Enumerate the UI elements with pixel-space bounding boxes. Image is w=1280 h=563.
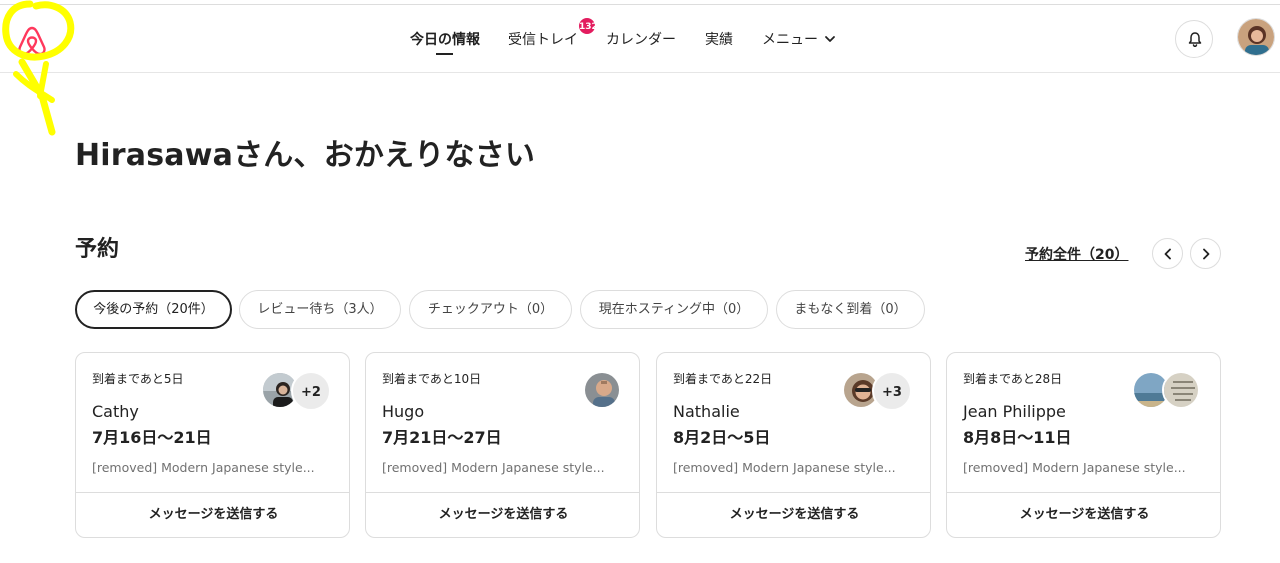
- nav-performance[interactable]: 実績: [705, 29, 733, 49]
- send-message-button[interactable]: メッセージを送信する: [947, 493, 1220, 537]
- send-message-button[interactable]: メッセージを送信する: [76, 493, 349, 537]
- reservations-title: 予約: [75, 237, 120, 262]
- guest-name: Cathy: [92, 402, 139, 421]
- header: 今日の情報 受信トレイ 132 カレンダー 実績 メニュー: [0, 5, 1280, 73]
- prev-page-button[interactable]: [1152, 238, 1183, 269]
- guest-avatar-image: [585, 373, 619, 407]
- arrival-countdown: 到着まであと28日: [963, 372, 1063, 386]
- nav-today[interactable]: 今日の情報: [410, 29, 480, 49]
- guest-name: Jean Philippe: [963, 402, 1066, 421]
- chevron-down-icon[interactable]: [824, 33, 836, 45]
- inbox-count-badge: 132: [578, 17, 598, 35]
- stay-dates: 7月21日～27日: [382, 428, 502, 447]
- user-avatar[interactable]: [1237, 18, 1275, 56]
- listing-name: [removed] Modern Japanese style...: [382, 460, 605, 475]
- listing-name: [removed] Modern Japanese style...: [92, 460, 315, 475]
- nav-calendar[interactable]: カレンダー: [606, 29, 676, 49]
- nav-menu[interactable]: メニュー: [762, 29, 818, 49]
- nav-active-underline: [436, 53, 453, 55]
- welcome-heading: Hirasawaさん、おかえりなさい: [75, 138, 536, 173]
- reservation-card[interactable]: 到着まであと22日 +3 Nathalie 8月2日～5日 [removed] …: [656, 352, 931, 538]
- filter-upcoming[interactable]: 今後の予約（20件）: [75, 290, 232, 329]
- nav-inbox[interactable]: 受信トレイ: [508, 29, 578, 49]
- filter-pending-review[interactable]: レビュー待ち（3人）: [239, 290, 401, 329]
- guest-avatar: [583, 371, 621, 409]
- guest-name: Nathalie: [673, 402, 740, 421]
- chevron-right-icon: [1203, 248, 1210, 260]
- listing-name: [removed] Modern Japanese style...: [673, 460, 896, 475]
- guest-avatar: [1162, 371, 1200, 409]
- filter-currently-hosting[interactable]: 現在ホスティング中（0）: [580, 290, 768, 329]
- next-page-button[interactable]: [1190, 238, 1221, 269]
- reservation-card[interactable]: 到着まであと28日 Jean Philippe 8月8日～11日 [remove…: [946, 352, 1221, 538]
- guest-name: Hugo: [382, 402, 425, 421]
- chevron-left-icon: [1164, 248, 1171, 260]
- arrival-countdown: 到着まであと5日: [92, 372, 184, 386]
- all-reservations-link[interactable]: 予約全件（20）: [1025, 244, 1128, 264]
- extra-guests-badge: +3: [872, 371, 912, 411]
- top-nav: 今日の情報 受信トレイ 132 カレンダー 実績 メニュー: [0, 5, 1280, 73]
- reservation-card[interactable]: 到着まであと5日 +2 Cathy 7月16日～21日 [removed] Mo…: [75, 352, 350, 538]
- notifications-button[interactable]: [1175, 20, 1213, 58]
- listing-name: [removed] Modern Japanese style...: [963, 460, 1186, 475]
- reservation-card[interactable]: 到着まであと10日 Hugo 7月21日～27日 [removed] Moder…: [365, 352, 640, 538]
- filter-arriving-soon[interactable]: まもなく到着（0）: [776, 290, 925, 329]
- extra-guests-badge: +2: [291, 371, 331, 411]
- send-message-button[interactable]: メッセージを送信する: [657, 493, 930, 537]
- guest-avatar-image: [1164, 373, 1198, 407]
- send-message-button[interactable]: メッセージを送信する: [366, 493, 639, 537]
- arrival-countdown: 到着まであと22日: [673, 372, 773, 386]
- stay-dates: 8月2日～5日: [673, 428, 771, 447]
- arrival-countdown: 到着まであと10日: [382, 372, 482, 386]
- stay-dates: 7月16日～21日: [92, 428, 212, 447]
- stay-dates: 8月8日～11日: [963, 428, 1072, 447]
- filter-checkout[interactable]: チェックアウト（0）: [409, 290, 572, 329]
- bell-icon: [1188, 32, 1202, 48]
